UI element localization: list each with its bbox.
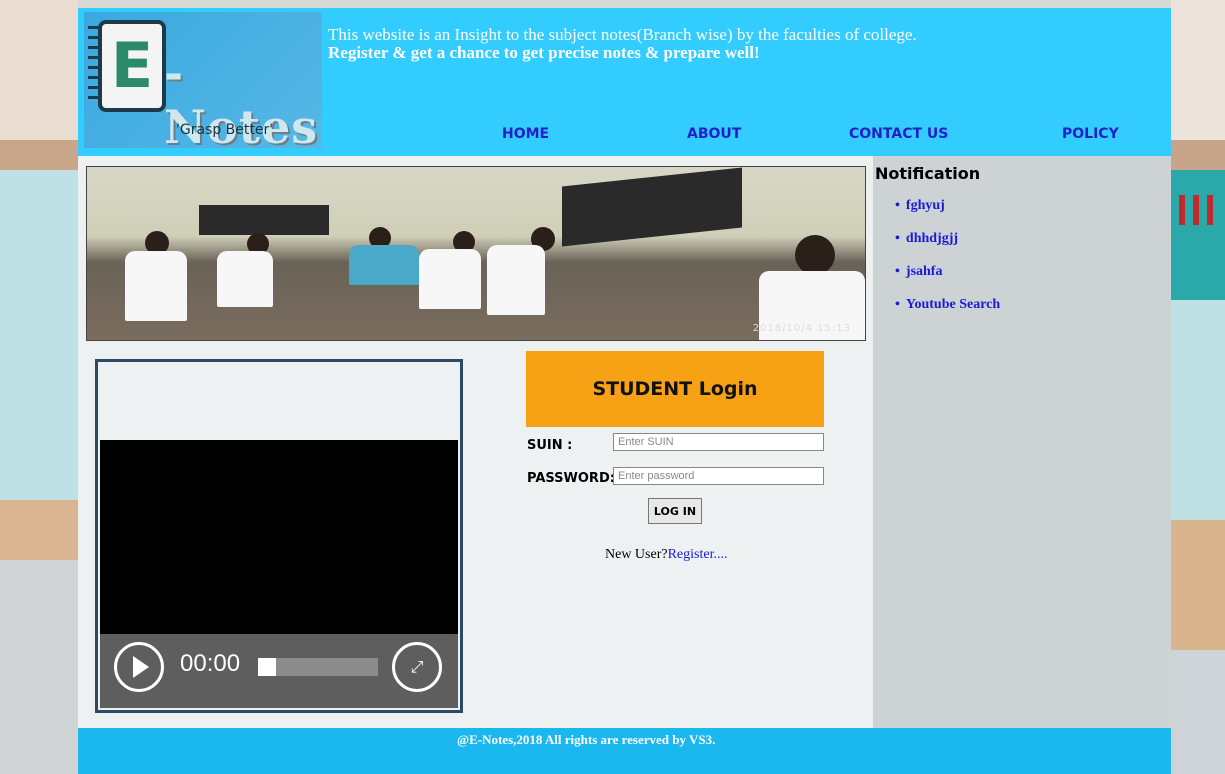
video-player[interactable]: 00:00 ⤢ [95,359,463,713]
password-label: PASSWORD: [527,471,615,486]
intro-line-1: This website is an Insight to the subjec… [328,25,917,44]
fullscreen-icon[interactable]: ⤢ [392,642,442,692]
notification-list: • fghyuj • dhhdjgjj • jsahfa • Youtube Searc… [895,198,1000,330]
list-item[interactable]: • jsahfa [895,264,1000,297]
video-progress-fill [258,658,276,676]
notification-link[interactable]: fghyuj [906,198,945,213]
video-controls: 00:00 ⤢ [100,634,458,708]
list-item[interactable]: • dhhdjgjj [895,231,1000,264]
notification-panel: Notification • fghyuj • dhhdjgjj • jsahfa •… [873,156,1171,734]
login-button[interactable]: LOG IN [648,498,702,524]
notification-link[interactable]: Youtube Search [906,297,1000,312]
logo-tagline: 'Grasp Better' [176,122,274,138]
list-item[interactable]: • fghyuj [895,198,1000,231]
nav-home[interactable]: HOME [502,126,549,142]
logo-letter: E [110,29,154,102]
list-item[interactable]: • Youtube Search [895,297,1000,330]
nav-about[interactable]: ABOUT [687,126,741,142]
footer: @E-Notes,2018 All rights are reserved by… [78,728,1171,774]
background-right [1171,0,1225,774]
register-prompt: New User?Register.... [605,547,727,563]
new-user-text: New User? [605,547,668,562]
site-container: E -Notes 'Grasp Better' This website is … [78,8,1171,774]
footer-text: @E-Notes,2018 All rights are reserved by… [457,732,716,747]
video-progress-bar[interactable] [258,658,378,676]
password-input[interactable] [613,467,824,485]
header: E -Notes 'Grasp Better' This website is … [78,8,1171,156]
logo: E -Notes 'Grasp Better' [84,12,322,154]
notification-link[interactable]: dhhdjgjj [906,231,958,246]
intro-text: This website is an Insight to the subjec… [328,26,1148,62]
nav-contact-us[interactable]: CONTACT US [849,126,948,142]
play-icon[interactable] [114,642,164,692]
notebook-icon: E [98,20,166,112]
nav-policy[interactable]: POLICY [1062,126,1119,142]
banner-photo: 2018/10/4 15:13 [86,166,866,341]
photo-timestamp: 2018/10/4 15:13 [752,323,851,334]
intro-line-2: Register & get a chance to get precise n… [328,43,760,62]
background-left [0,0,78,774]
login-title: STUDENT Login [592,378,758,400]
video-screen[interactable] [100,440,458,634]
spiral-rings [88,26,102,102]
suin-label: SUIN : [527,438,573,453]
notification-link[interactable]: jsahfa [906,264,943,279]
video-time: 00:00 [180,650,241,677]
login-header: STUDENT Login [526,351,824,427]
register-link[interactable]: Register.... [668,547,728,562]
notification-title: Notification [875,164,981,183]
suin-input[interactable] [613,433,824,451]
